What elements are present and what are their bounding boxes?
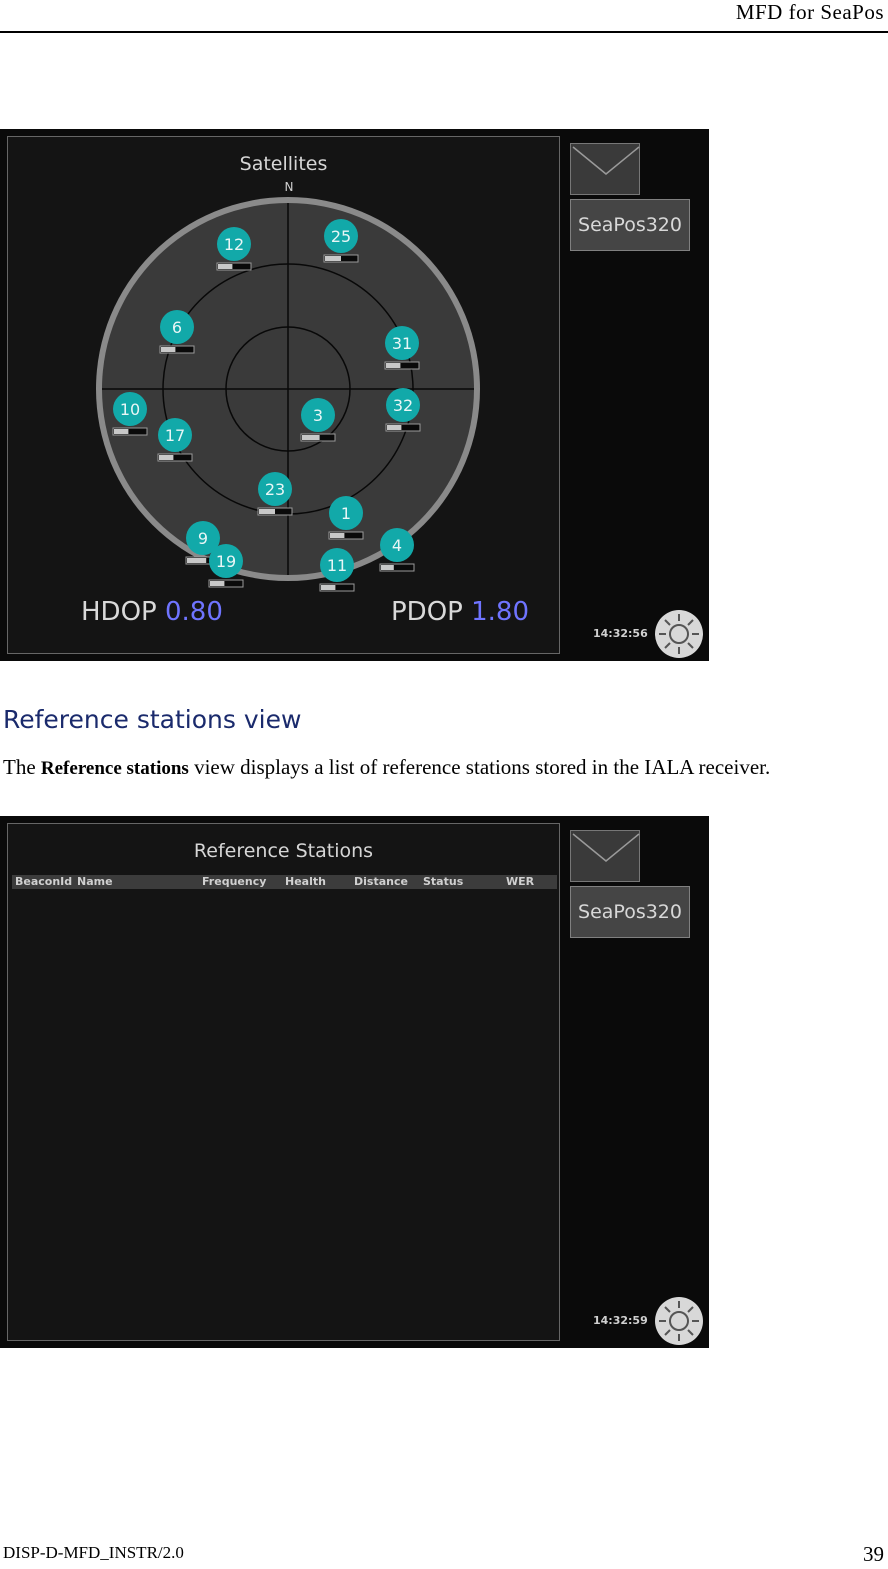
satellite-id: 25 [331,227,351,246]
reference-stations-screenshot: Reference Stations BeaconId Name Frequen… [0,816,709,1348]
satellite-marker: 11 [319,548,355,592]
signal-bar-fill [321,585,336,590]
table-header: BeaconId Name Frequency Health Distance … [12,875,557,889]
device-button[interactable]: SeaPos320 [570,199,690,251]
satellites-panel: 12 25 6 31 10 17 3 32 23 1 4 9 19 11 Satellites N HDO… [7,136,560,654]
header-rule [0,31,888,33]
footer-page-number: 39 [863,1542,884,1566]
satellite-id: 10 [120,400,140,419]
satellite-id: 4 [392,536,402,555]
signal-bar-fill [210,581,225,586]
intro-prefix: The [3,755,41,779]
hdop-readout: HDOP 0.80 [81,597,223,627]
running-header: MFD for SeaPos [735,0,884,24]
satellite-marker: 31 [384,326,420,370]
messages-button[interactable] [570,830,640,882]
envelope-icon [572,146,640,175]
satellite-marker: 3 [300,398,336,442]
satellite-marker: 32 [385,388,421,432]
column-header[interactable]: Frequency [202,875,266,889]
satellite-marker: 25 [323,219,359,263]
reference-stations-title: Reference Stations [193,840,374,862]
signal-bar-fill [187,558,207,563]
hdop-label: HDOP [81,597,157,627]
brightness-icon[interactable] [654,609,704,659]
signal-bar-fill [218,264,233,269]
envelope-icon [572,833,640,862]
satellite-id: 1 [341,504,351,523]
column-header[interactable]: Health [285,875,326,889]
north-label: N [284,180,294,194]
signal-bar-fill [302,435,320,440]
pdop-readout: PDOP 1.80 [391,597,529,627]
column-header[interactable]: Name [77,875,113,889]
satellite-id: 32 [393,396,413,415]
satellite-id: 23 [265,480,285,499]
satellite-id: 3 [313,406,323,425]
satellite-marker: 4 [379,528,415,572]
column-header[interactable]: BeaconId [15,875,72,889]
signal-bar-fill [387,425,402,430]
footer-doc-id: DISP-D-MFD_INSTR/2.0 [3,1543,184,1562]
satellite-marker: 6 [159,310,195,354]
satellite-id: 11 [327,556,347,575]
satellite-marker: 12 [216,227,252,271]
clock: 14:32:59 [593,1314,648,1327]
clock: 14:32:56 [593,627,648,640]
signal-bar-fill [330,533,345,538]
satellite-marker: 23 [257,472,293,516]
hdop-value: 0.80 [164,597,223,627]
satellite-marker: 19 [208,544,244,588]
column-header[interactable]: Status [423,875,463,889]
signal-bar-fill [114,429,129,434]
intro-rest: view displays a list of reference statio… [188,755,771,779]
pdop-value: 1.80 [471,597,529,627]
satellite-marker: 10 [112,392,148,436]
signal-bar-fill [259,509,275,514]
messages-button[interactable] [570,143,640,195]
satellite-id: 31 [392,334,412,353]
satellite-id: 19 [216,552,236,571]
satellites-title: Satellites [239,153,328,175]
section-heading: Reference stations view [3,705,302,734]
signal-bar-fill [381,565,394,570]
device-button[interactable]: SeaPos320 [570,886,690,938]
signal-bar-fill [325,256,341,261]
column-header[interactable]: WER [506,875,534,889]
signal-bar-fill [161,347,176,352]
sky-plot: 12 2563110173322314919 11 [96,197,480,592]
signal-bar-fill [386,363,401,368]
satellite-id: 9 [198,529,208,548]
column-header[interactable]: Distance [354,875,408,889]
signal-bar-fill [159,455,174,460]
reference-stations-panel: Reference Stations BeaconId Name Frequen… [7,823,560,1341]
satellites-screenshot: 12 25 6 31 10 17 3 32 23 1 4 9 19 11 Satellites N HDO… [0,129,709,661]
satellite-id: 6 [172,318,182,337]
pdop-label: PDOP [391,597,463,627]
satellite-id: 17 [165,426,185,445]
intro-paragraph: The Reference stations view displays a l… [3,754,863,782]
satellite-id: 12 [224,235,244,254]
intro-bold: Reference stations [40,758,189,779]
brightness-icon[interactable] [654,1296,704,1346]
satellite-marker: 17 [157,418,193,462]
satellite-marker: 1 [328,496,364,540]
